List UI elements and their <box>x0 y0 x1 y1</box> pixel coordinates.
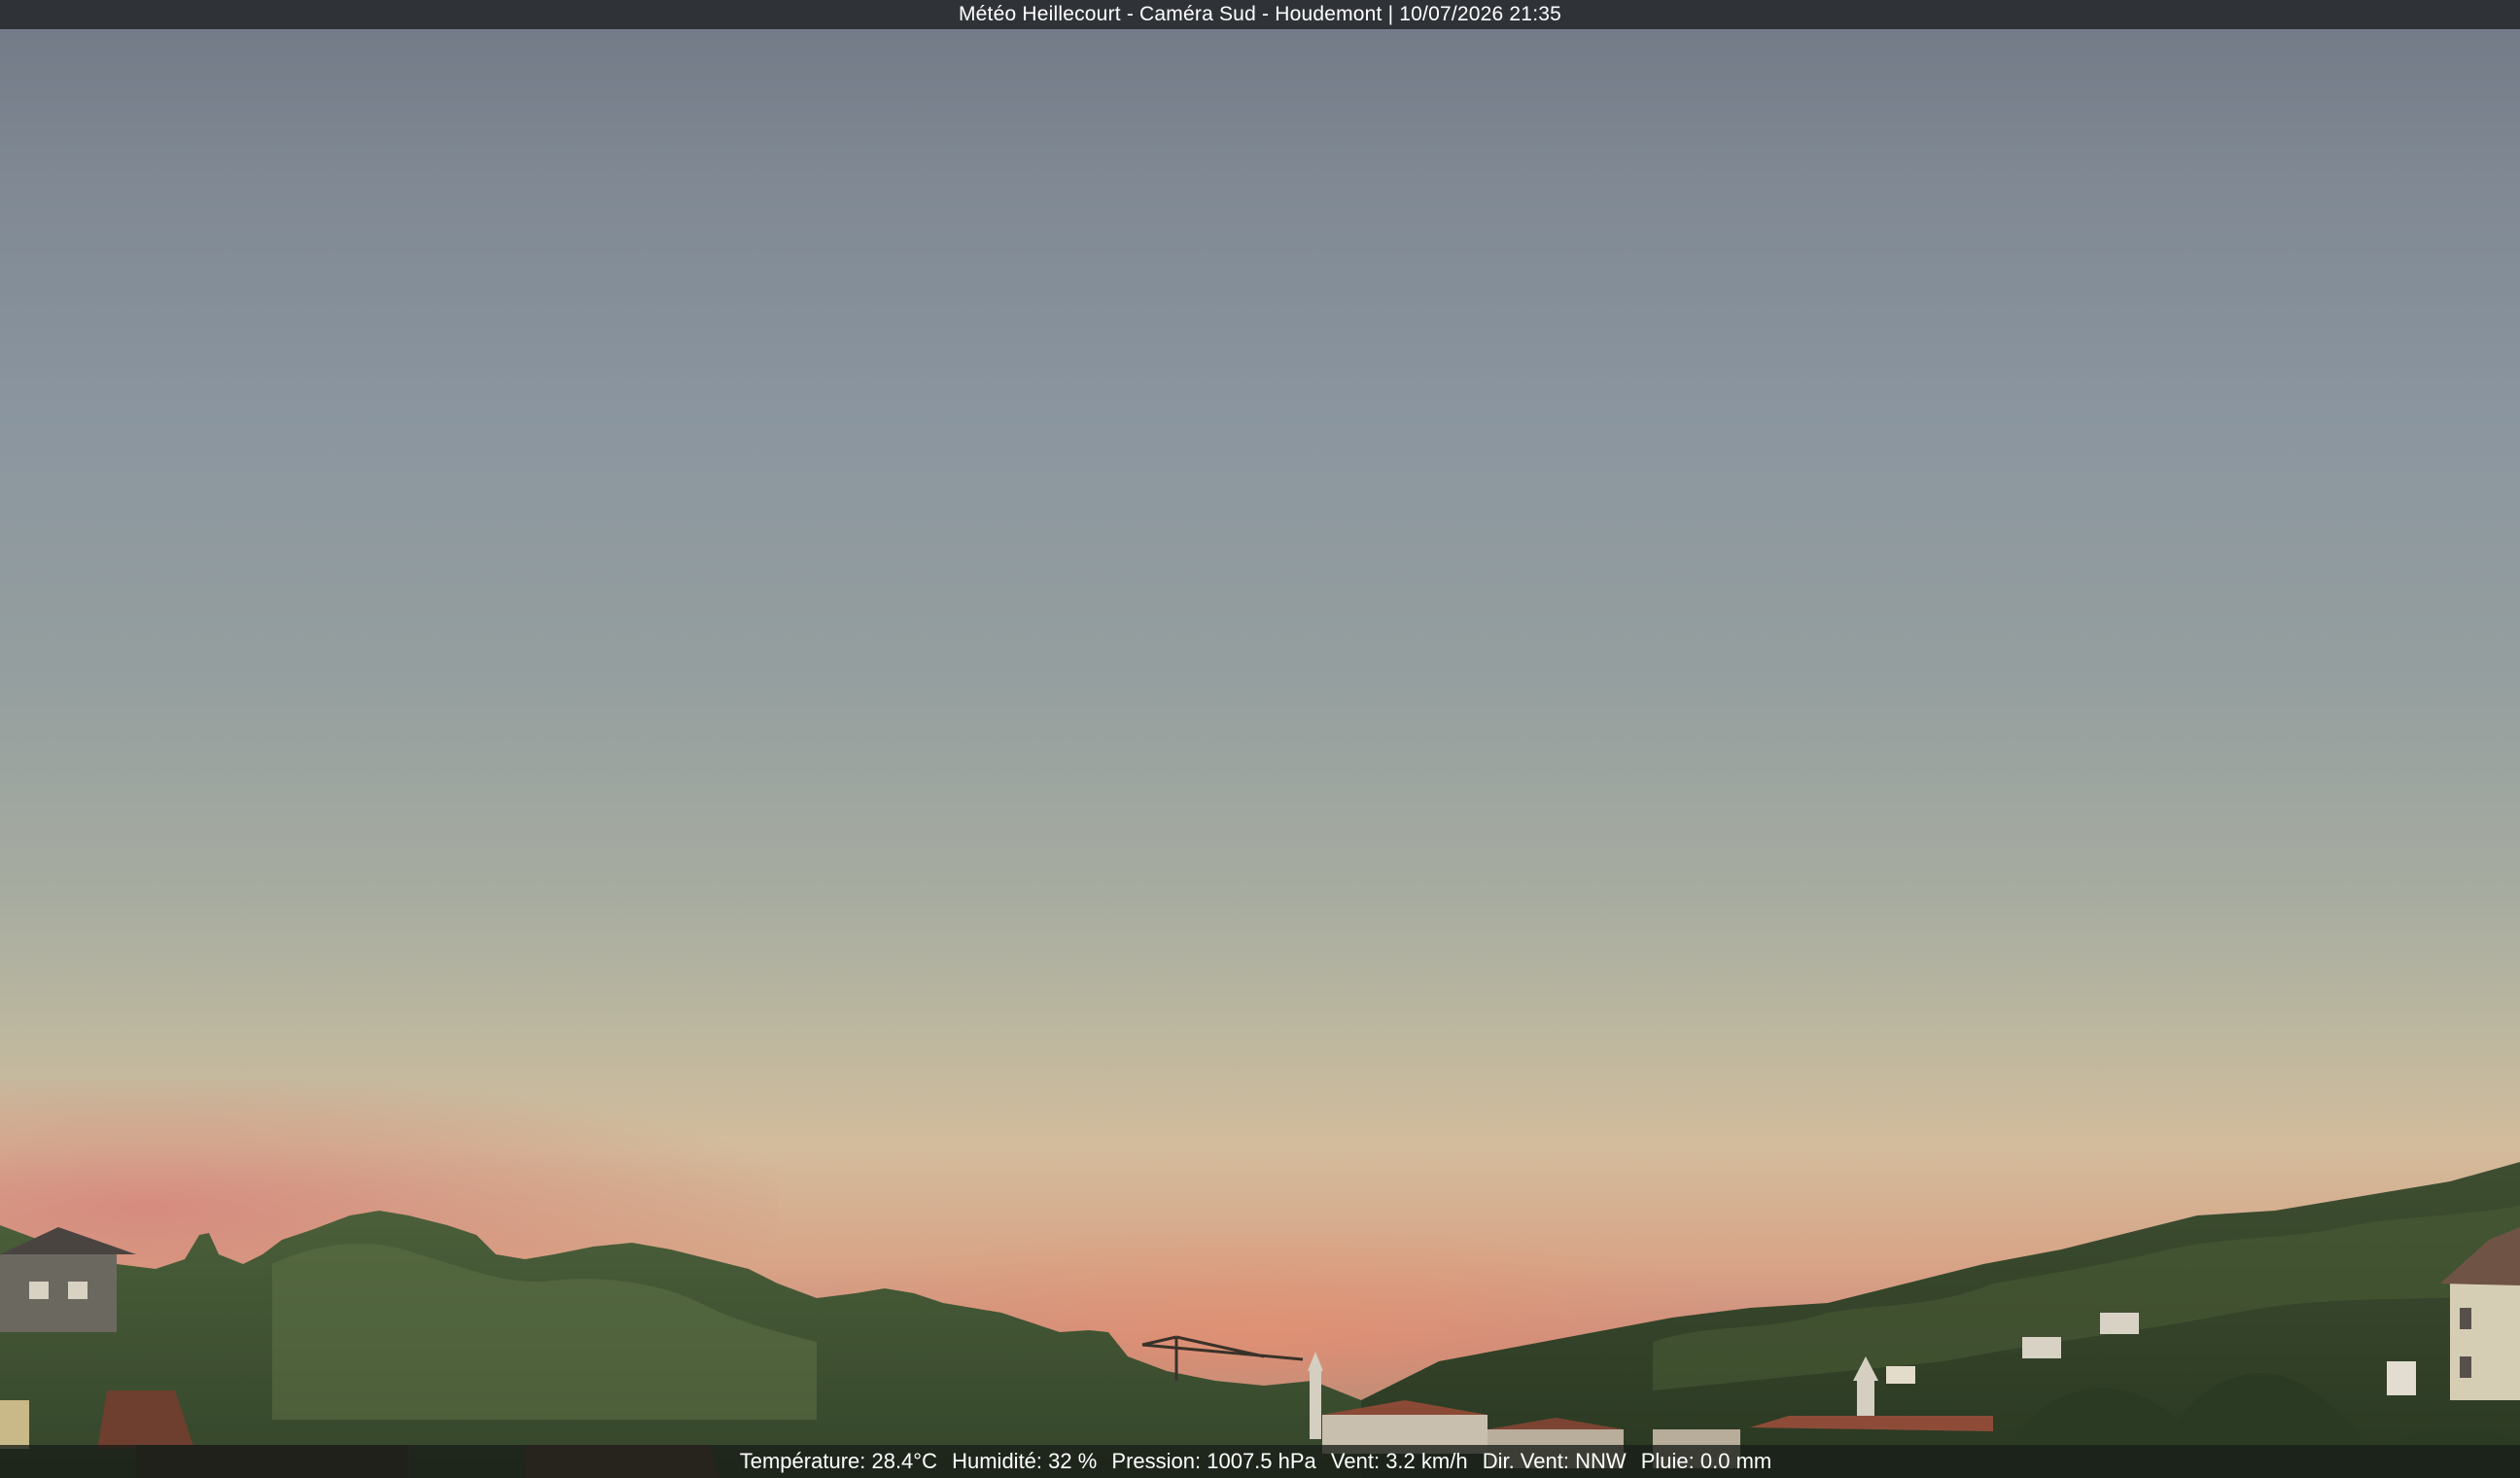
wind-direction-reading: Dir. Vent: NNW <box>1482 1449 1627 1473</box>
wind-speed-reading: Vent: 3.2 km/h <box>1330 1449 1468 1473</box>
landscape <box>0 1162 2520 1478</box>
weather-info-bar: Température: 28.4°C Humidité: 32 % Press… <box>0 1445 2520 1478</box>
temperature-reading: Température: 28.4°C <box>739 1449 937 1473</box>
camera-title-bar: Météo Heillecourt - Caméra Sud - Houdemo… <box>0 0 2520 29</box>
humidity-reading: Humidité: 32 % <box>952 1449 1098 1473</box>
rain-reading: Pluie: 0.0 mm <box>1640 1449 1772 1473</box>
pressure-reading: Pression: 1007.5 hPa <box>1111 1449 1316 1473</box>
webcam-image <box>0 0 2520 1478</box>
